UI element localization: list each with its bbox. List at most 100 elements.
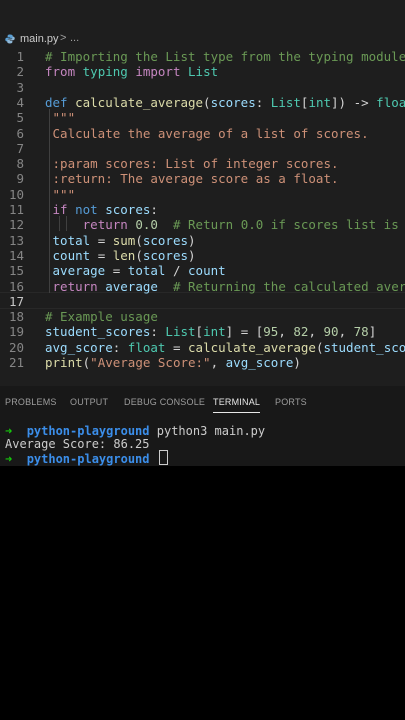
code-token: , <box>338 324 354 340</box>
code-text: student_scores: List[int] = [95, 82, 90,… <box>45 324 376 339</box>
code-token: student_scores <box>323 339 405 355</box>
code-token: student_scores <box>45 324 151 340</box>
line-number: 10 <box>8 186 24 202</box>
code-token: # Return 0.0 if scores list is empty <box>172 217 399 233</box>
code-line[interactable]: 19 student_scores: List[int] = [95, 82, 9… <box>0 324 405 339</box>
code-token: int <box>308 94 332 110</box>
code-token: "Average Score:" <box>90 355 211 370</box>
code-token: : <box>255 94 271 110</box>
code-line[interactable]: 8 :param scores: List of integer scores. <box>0 156 405 171</box>
terminal-command: python3 main.py <box>156 424 266 438</box>
code-token: 90 <box>323 324 339 340</box>
code-token: ) <box>188 247 196 263</box>
terminal-cursor <box>158 450 168 465</box>
code-token: count <box>52 247 91 263</box>
tab-ports[interactable]: PORTS <box>275 397 307 407</box>
tab-output[interactable]: OUTPUT <box>70 397 108 407</box>
code-line[interactable]: 2 from typing import List <box>0 64 405 79</box>
breadcrumb-symbols[interactable]: ... <box>70 32 79 44</box>
line-number: 3 <box>16 79 24 95</box>
code-text: average = total / count <box>45 263 226 278</box>
code-token: """ <box>52 186 76 202</box>
code-token: / <box>165 263 189 279</box>
breadcrumb-file[interactable]: main.py <box>20 33 59 45</box>
code-text: if not scores: <box>45 202 158 217</box>
code-token: , <box>210 355 226 370</box>
code-token: List <box>270 94 301 110</box>
code-token: : <box>150 324 166 340</box>
code-token: typing <box>82 64 128 80</box>
code-line[interactable]: 3 <box>0 80 405 95</box>
code-line[interactable]: 6 Calculate the average of a list of sco… <box>0 126 405 141</box>
code-token: ( <box>135 247 143 263</box>
line-number: 6 <box>16 125 24 141</box>
code-line[interactable]: 1 # Importing the List type from the typi… <box>0 49 405 64</box>
code-line[interactable]: 20 avg_score: float = calculate_average(s… <box>0 340 405 355</box>
code-token: import <box>135 64 181 80</box>
code-token: print <box>45 355 83 370</box>
code-text: return average # Returning the calculate… <box>45 279 405 294</box>
code-token: total <box>52 232 91 248</box>
code-token: 78 <box>353 324 369 340</box>
code-token: if <box>52 202 68 217</box>
line-number: 18 <box>8 309 24 325</box>
code-token: = <box>105 263 128 279</box>
line-number: 8 <box>16 156 24 172</box>
code-line[interactable]: 18 # Example usage <box>0 309 405 324</box>
code-token: average <box>52 263 106 279</box>
code-token: scores <box>142 232 189 248</box>
code-token: ) <box>293 355 301 370</box>
terminal-command-line[interactable]: ➜ python-playground python3 main.py <box>5 424 265 438</box>
code-line[interactable]: 5 """ <box>0 110 405 125</box>
code-text: :param scores: List of integer scores. <box>45 156 339 171</box>
code-line[interactable]: 12 return 0.0 # Return 0.0 if scores lis… <box>0 217 405 232</box>
code-line[interactable]: 11 if not scores: <box>0 202 405 217</box>
code-line[interactable]: 13 total = sum(scores) <box>0 233 405 248</box>
code-token: = <box>90 247 113 263</box>
code-line[interactable]: 15 average = total / count <box>0 263 405 278</box>
terminal-prompt[interactable]: ➜ python-playground <box>5 450 168 466</box>
code-token: ] = [ <box>225 324 264 340</box>
code-token: count <box>188 263 226 279</box>
line-number: 21 <box>8 355 24 370</box>
prompt-arrow-icon: ➜ <box>5 424 13 438</box>
code-token: ] <box>368 324 377 340</box>
code-line[interactable]: 17 <box>0 294 405 309</box>
code-line[interactable]: 14 count = len(scores) <box>0 248 405 263</box>
code-line[interactable]: 9 :return: The average score as a float. <box>0 171 405 186</box>
code-line[interactable]: 7 <box>0 141 405 156</box>
line-number: 7 <box>16 140 24 156</box>
code-token: # Returning the calculated average <box>172 278 405 294</box>
line-number: 19 <box>8 324 24 340</box>
prompt-directory: python-playground <box>26 424 150 438</box>
prompt-arrow-icon: ➜ <box>5 452 13 466</box>
code-editor[interactable]: main.py > ... 1 # Importing the List type… <box>0 0 405 386</box>
code-token: not <box>75 202 98 217</box>
line-number: 16 <box>8 278 24 294</box>
code-line[interactable]: 21 print("Average Score:", avg_score) <box>0 355 405 370</box>
code-line[interactable]: 16 return average # Returning the calcul… <box>0 279 405 294</box>
line-number: 2 <box>16 64 24 80</box>
tab-debug-console[interactable]: DEBUG CONSOLE <box>124 397 205 407</box>
code-text: # Example usage <box>45 309 158 324</box>
code-text: """ <box>45 186 76 202</box>
code-line[interactable]: 10 """ <box>0 187 405 202</box>
tab-terminal[interactable]: TERMINAL <box>213 397 261 413</box>
code-token: from <box>45 64 76 80</box>
code-line[interactable]: 4 def calculate_average(scores: List[int]… <box>0 95 405 110</box>
tab-problems[interactable]: PROBLEMS <box>5 397 57 407</box>
line-number: 20 <box>8 339 24 355</box>
code-token: List <box>165 324 196 340</box>
code-token: List <box>188 64 219 80</box>
code-token: ( <box>135 232 143 248</box>
code-token: sum <box>112 232 136 248</box>
